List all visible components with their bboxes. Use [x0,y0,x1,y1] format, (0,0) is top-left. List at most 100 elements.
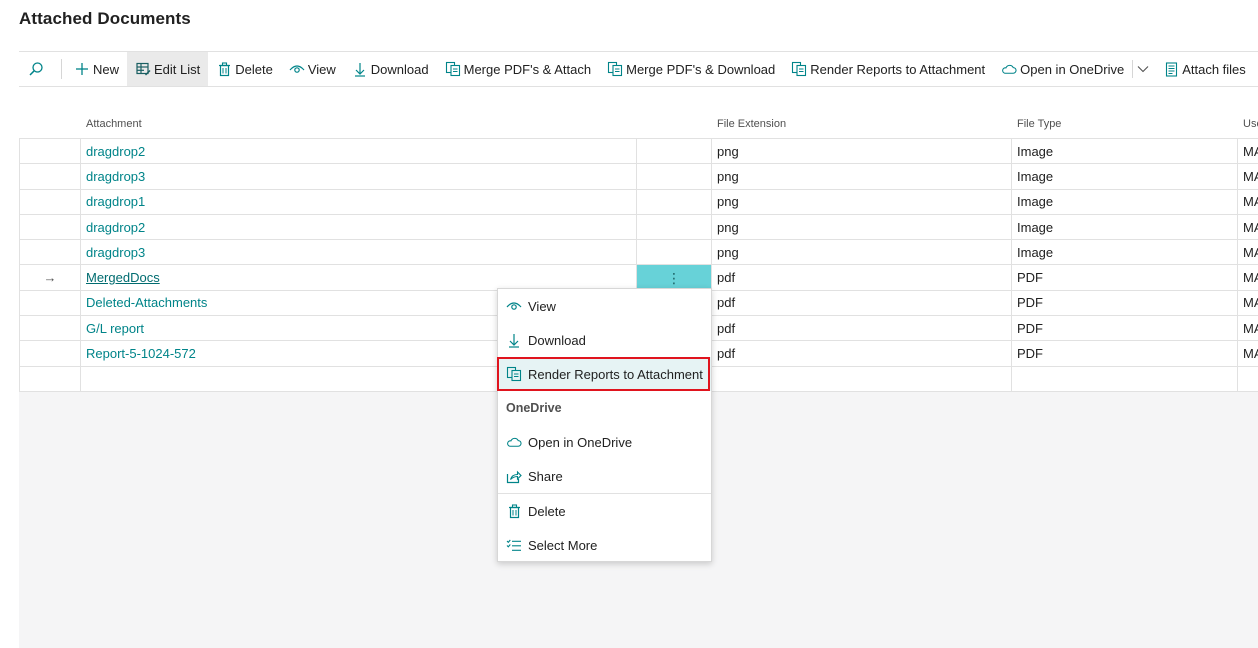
onedrive-dropdown-button[interactable] [1132,60,1155,78]
column-header-user[interactable]: Use [1243,118,1258,130]
delete-button[interactable]: Delete [208,52,281,86]
table-row-current[interactable]: → MergedDocs ⋮ pdf PDF MA [19,265,1258,291]
current-row-arrow-icon[interactable]: → [19,265,81,290]
action-bar: New Edit List Delete View Download Merge… [19,51,1258,87]
row-selector[interactable] [19,189,81,214]
row-menu-button[interactable]: ⋮ [637,265,712,290]
row-menu-cell[interactable] [637,240,712,265]
context-delete-item[interactable]: Delete [498,494,711,528]
user-cell: MA [1243,346,1258,362]
column-header-attachment[interactable]: Attachment [86,118,142,130]
cloud-icon [506,434,522,450]
eye-icon [289,61,305,77]
table-row[interactable]: dragdrop3 png Image MA [19,164,1258,190]
user-cell [1238,367,1258,391]
trash-icon [216,61,232,77]
attachment-cell[interactable]: dragdrop3 [81,240,637,265]
file-extension-cell: pdf [712,290,1012,316]
row-selector[interactable] [19,214,81,240]
open-in-onedrive-button[interactable]: Open in OneDrive [993,52,1132,86]
open-in-onedrive-label: Open in OneDrive [1020,61,1125,77]
row-selector[interactable] [19,341,81,366]
file-extension-cell: pdf [712,316,1012,341]
merge-pdfs-attach-label: Merge PDF's & Attach [463,61,592,77]
new-label: New [93,61,120,77]
row-selector[interactable] [19,139,81,164]
attachment-link[interactable]: Report-5-1024-572 [86,346,196,361]
row-selector[interactable] [19,290,81,316]
render-report-icon [506,366,522,382]
download-icon [352,61,368,77]
select-more-icon [506,537,522,553]
context-render-reports-label: Render Reports to Attachment [528,366,703,382]
attachment-cell[interactable]: dragdrop3 [81,164,637,189]
context-open-in-onedrive-item[interactable]: Open in OneDrive [498,425,711,459]
delete-label: Delete [235,61,273,77]
cloud-icon [1001,61,1017,77]
attachment-link[interactable]: dragdrop2 [86,220,145,235]
file-extension-cell: png [712,214,1012,240]
page-title: Attached Documents [19,9,191,28]
row-menu-cell[interactable] [637,189,712,214]
context-delete-label: Delete [528,503,566,519]
attachment-link[interactable]: dragdrop3 [86,169,145,184]
row-menu-cell[interactable] [637,164,712,189]
trash-icon [506,503,522,519]
table-row[interactable]: dragdrop3 png Image MA [19,240,1258,266]
column-header-file-extension[interactable]: File Extension [717,118,786,130]
file-type-cell: Image [1012,139,1238,164]
attach-file-icon [1163,61,1179,77]
context-view-item[interactable]: View [498,289,711,323]
row-selector[interactable] [19,164,81,189]
attach-files-label: Attach files [1182,61,1246,77]
context-view-label: View [528,298,556,314]
attachment-link[interactable]: G/L report [86,321,144,336]
user-cell: MA [1243,219,1258,235]
file-type-cell: PDF [1012,265,1238,290]
file-type-cell: Image [1012,189,1238,214]
context-select-more-item[interactable]: Select More [498,528,711,562]
attachment-cell[interactable]: dragdrop2 [81,139,637,164]
file-type-cell: Image [1012,240,1238,265]
edit-list-icon [135,61,151,77]
table-row[interactable]: dragdrop1 png Image MA [19,189,1258,215]
user-cell: MA [1243,168,1258,184]
context-render-reports-item[interactable]: Render Reports to Attachment [497,357,711,391]
merge-pdfs-download-button[interactable]: Merge PDF's & Download [599,52,783,86]
user-cell: MA [1243,194,1258,210]
file-type-cell: Image [1012,214,1238,240]
row-menu-cell[interactable] [637,139,712,164]
edit-list-label: Edit List [154,61,201,77]
attachment-cell[interactable]: MergedDocs [81,265,637,290]
new-button[interactable]: New [68,52,127,86]
attachment-link[interactable]: Deleted-Attachments [86,295,207,310]
view-button[interactable]: View [281,52,344,86]
row-selector[interactable] [19,366,81,391]
attachment-link[interactable]: dragdrop3 [86,245,145,260]
context-share-item[interactable]: Share [498,459,711,493]
attachment-link[interactable]: dragdrop1 [86,194,145,209]
attach-files-button[interactable]: Attach files [1155,52,1254,86]
attachment-cell[interactable]: dragdrop1 [81,189,637,214]
attachment-link[interactable]: MergedDocs [86,270,160,285]
table-row[interactable]: dragdrop2 png Image MA [19,139,1258,165]
file-extension-cell: png [712,164,1012,189]
attachment-link[interactable]: dragdrop2 [86,144,145,159]
row-menu-cell[interactable] [637,214,712,240]
render-reports-label: Render Reports to Attachment [810,61,986,77]
column-header-file-type[interactable]: File Type [1017,118,1061,130]
file-extension-cell: pdf [712,265,1012,290]
edit-list-button[interactable]: Edit List [127,52,209,86]
row-selector[interactable] [19,316,81,341]
context-download-item[interactable]: Download [498,323,711,357]
row-selector[interactable] [19,240,81,265]
attachment-cell[interactable]: dragdrop2 [81,214,637,240]
download-icon [506,332,522,348]
table-row[interactable]: dragdrop2 png Image MA [19,214,1258,241]
download-button[interactable]: Download [344,52,437,86]
chevron-down-icon [1137,65,1149,73]
search-button[interactable] [19,52,53,86]
more-options-icon: ⋮ [667,269,681,286]
render-reports-button[interactable]: Render Reports to Attachment [783,52,993,86]
merge-pdfs-attach-button[interactable]: Merge PDF's & Attach [437,52,599,86]
